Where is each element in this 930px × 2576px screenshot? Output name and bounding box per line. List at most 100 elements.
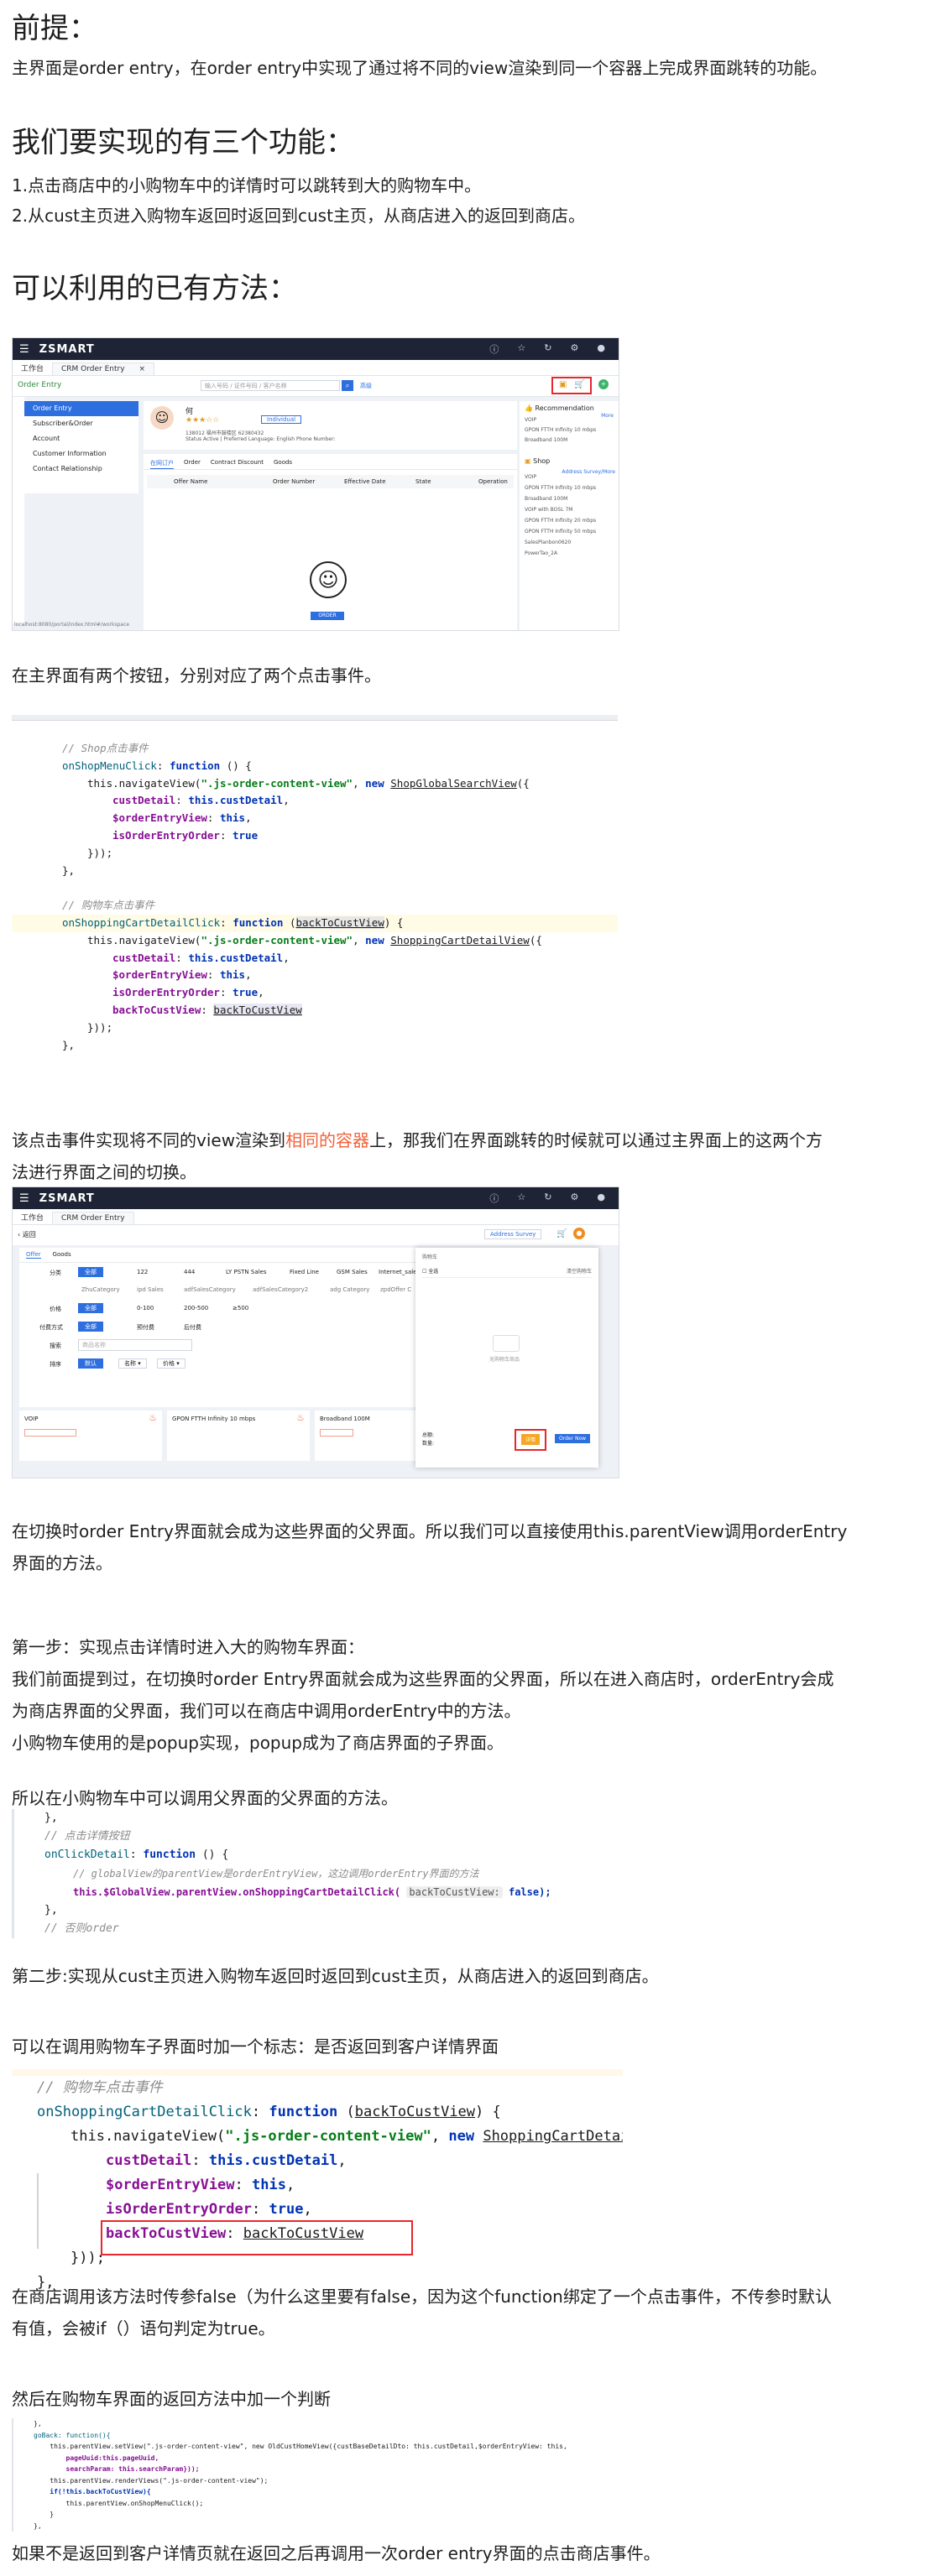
refresh-icon[interactable]: ↻: [544, 342, 551, 356]
shop-item[interactable]: PowerTao_2A: [525, 548, 614, 559]
menu-customer-information[interactable]: Customer Information: [24, 446, 138, 461]
premise-heading: 前提：: [12, 12, 97, 45]
parent-text-2: 界面的方法。: [12, 1553, 112, 1573]
recommendation-item[interactable]: GPON FTTH Infinity 10 mbps: [525, 425, 614, 435]
info-icon[interactable]: ⓘ: [489, 1192, 499, 1205]
cart-icon[interactable]: 🛒: [556, 1229, 567, 1238]
menu-icon[interactable]: ☰: [19, 343, 29, 356]
order-now-button[interactable]: Order Now: [555, 1434, 591, 1443]
filter-option[interactable]: zpdOffer C: [380, 1286, 411, 1293]
user-icon[interactable]: ●: [597, 1192, 605, 1205]
subtab-goods[interactable]: Goods: [274, 459, 292, 469]
offer-card[interactable]: Broadband 100M: [315, 1411, 422, 1461]
filter-option[interactable]: 122: [137, 1269, 148, 1275]
buttons-text: 在主界面有两个按钮，分别对应了两个点击事件。: [12, 665, 381, 686]
filter-option[interactable]: 全部: [78, 1267, 103, 1277]
filter-option[interactable]: GSM Sales: [337, 1269, 368, 1275]
filter-option[interactable]: 200-500: [184, 1305, 208, 1311]
customer-meta-2: Status Active | Preferred Language: Engl…: [185, 436, 336, 442]
subtab-subscribers[interactable]: 在网订户: [150, 459, 174, 469]
column-header: Offer Name: [174, 478, 208, 485]
brand-logo: ZSMART: [39, 1192, 95, 1205]
empty-cart-text: 无购物车商品: [489, 1357, 520, 1363]
shop-title-icon: ▣: [525, 457, 531, 465]
menu-contact-relationship[interactable]: Contact Relationship: [24, 461, 138, 477]
user-icon[interactable]: ●: [597, 342, 605, 356]
recommendation-title: Recommendation: [535, 404, 594, 412]
sort-option[interactable]: 默认: [78, 1358, 103, 1369]
menu-subscriber-order[interactable]: Subscriber&Order: [24, 416, 138, 431]
code-block-back-flag: // 购物车点击事件 onShoppingCartDetailClick: fun…: [37, 2079, 623, 2291]
refresh-icon[interactable]: ↻: [544, 1192, 551, 1205]
filter-option[interactable]: adg Category: [330, 1286, 369, 1293]
settings-icon[interactable]: ⚙: [571, 1192, 579, 1205]
subtab-goods[interactable]: Goods: [53, 1251, 71, 1259]
subtab-offer[interactable]: Offer: [26, 1251, 41, 1259]
shop-item[interactable]: SalesPlanbon0620: [525, 537, 614, 548]
add-icon[interactable]: +: [598, 379, 609, 389]
recommendation-more-link[interactable]: More: [601, 413, 614, 419]
filter-option[interactable]: 444: [184, 1269, 195, 1275]
filter-option[interactable]: ipd Sales: [137, 1286, 164, 1293]
address-survey-button[interactable]: Address Survey: [484, 1229, 542, 1239]
tab-workspace[interactable]: 工作台: [13, 1210, 52, 1224]
settings-icon[interactable]: ⚙: [571, 342, 579, 356]
sort-option[interactable]: 价格 ▾: [157, 1358, 185, 1369]
search-icon[interactable]: ⌕: [342, 380, 353, 391]
filter-option[interactable]: adfSalesCategory2: [253, 1286, 308, 1293]
filter-option[interactable]: adfSalesCategory: [184, 1286, 236, 1293]
column-header: State: [415, 478, 431, 485]
filter-option[interactable]: 全部: [78, 1303, 103, 1313]
avatar[interactable]: ●: [573, 1228, 585, 1239]
filter-option[interactable]: Fixed Line: [290, 1269, 319, 1275]
customer-name: 何: [185, 408, 194, 416]
mini-cart-popup: 购物车 ☐ 全选 清空购物车 无购物车商品 总额: 数量: 详情 Order N…: [415, 1248, 598, 1468]
cart-icon[interactable]: 🛒: [574, 380, 584, 389]
shop-item[interactable]: GPON FTTH Infinity 20 mbps: [525, 515, 614, 526]
subtab-contract-discount[interactable]: Contract Discount: [211, 459, 264, 469]
filter-option[interactable]: LY PSTN Sales: [226, 1269, 267, 1275]
filter-option[interactable]: 预付费: [137, 1323, 154, 1332]
shop-item[interactable]: VOIP with BOSL 7M: [525, 504, 614, 515]
filter-option[interactable]: ZhuCategory: [81, 1286, 120, 1293]
customer-search-input[interactable]: 输入号码 / 证件号码 / 客户名称: [201, 380, 340, 391]
filter-option[interactable]: 全部: [78, 1322, 103, 1332]
offer-search-input[interactable]: 商品名称: [78, 1339, 192, 1351]
clear-cart-link[interactable]: 清空购物车: [567, 1267, 592, 1275]
recommendation-item[interactable]: Broadband 100M: [525, 435, 614, 446]
cart-detail-button[interactable]: 详情: [521, 1434, 541, 1445]
rating-stars: ★★★☆☆: [185, 416, 220, 425]
shop-item[interactable]: GPON FTTH Infinity 50 mbps: [525, 526, 614, 537]
tab-workspace[interactable]: 工作台: [13, 361, 52, 375]
filter-option[interactable]: Internet_sale: [379, 1269, 416, 1275]
shop-icon[interactable]: ▣: [559, 380, 567, 389]
column-header: Order Number: [273, 478, 316, 485]
subtab-order[interactable]: Order: [184, 459, 201, 469]
order-button[interactable]: ORDER: [311, 612, 344, 620]
parent-text-1: 在切换时order Entry界面就会成为这些界面的父界面。所以我们可以直接使用…: [12, 1521, 848, 1541]
info-icon[interactable]: ⓘ: [489, 342, 499, 356]
step1-line-1: 我们前面提到过，在切换时order Entry界面就会成为这些界面的父界面，所以…: [12, 1669, 834, 1689]
offer-card[interactable]: VOIP ♨: [19, 1411, 162, 1461]
shop-more-link[interactable]: Address Survey/More: [562, 469, 615, 475]
select-all-checkbox[interactable]: ☐ 全选: [422, 1267, 438, 1275]
filter-option[interactable]: 后付费: [184, 1323, 201, 1332]
tab-order-entry[interactable]: CRM Order Entry: [52, 1212, 134, 1224]
advanced-search-link[interactable]: 高级: [360, 382, 372, 390]
filter-option[interactable]: 0-100: [137, 1305, 154, 1311]
menu-order-entry[interactable]: Order Entry: [24, 401, 138, 416]
star-icon[interactable]: ☆: [517, 342, 525, 356]
shop-item[interactable]: GPON FTTH Infinity 10 mbps: [525, 482, 614, 493]
tab-order-entry[interactable]: CRM Order Entry ×: [52, 362, 154, 375]
offer-card[interactable]: GPON FTTH Infinity 10 mbps ♨: [167, 1411, 310, 1461]
menu-icon[interactable]: ☰: [19, 1192, 29, 1205]
shop-item[interactable]: Broadband 100M: [525, 493, 614, 504]
back-link[interactable]: ‹ 返回: [18, 1230, 36, 1239]
step2-title: 第二步:实现从cust主页进入购物车返回时返回到cust主页，从商店进入的返回到…: [12, 1966, 659, 1986]
star-icon[interactable]: ☆: [517, 1192, 525, 1205]
sort-option[interactable]: 名称 ▾: [118, 1358, 147, 1369]
filter-option[interactable]: ≥500: [232, 1305, 248, 1311]
features-heading: 我们要实现的有三个功能：: [12, 126, 354, 159]
menu-account[interactable]: Account: [24, 431, 138, 446]
recommendation-item[interactable]: VOIP: [525, 415, 614, 425]
